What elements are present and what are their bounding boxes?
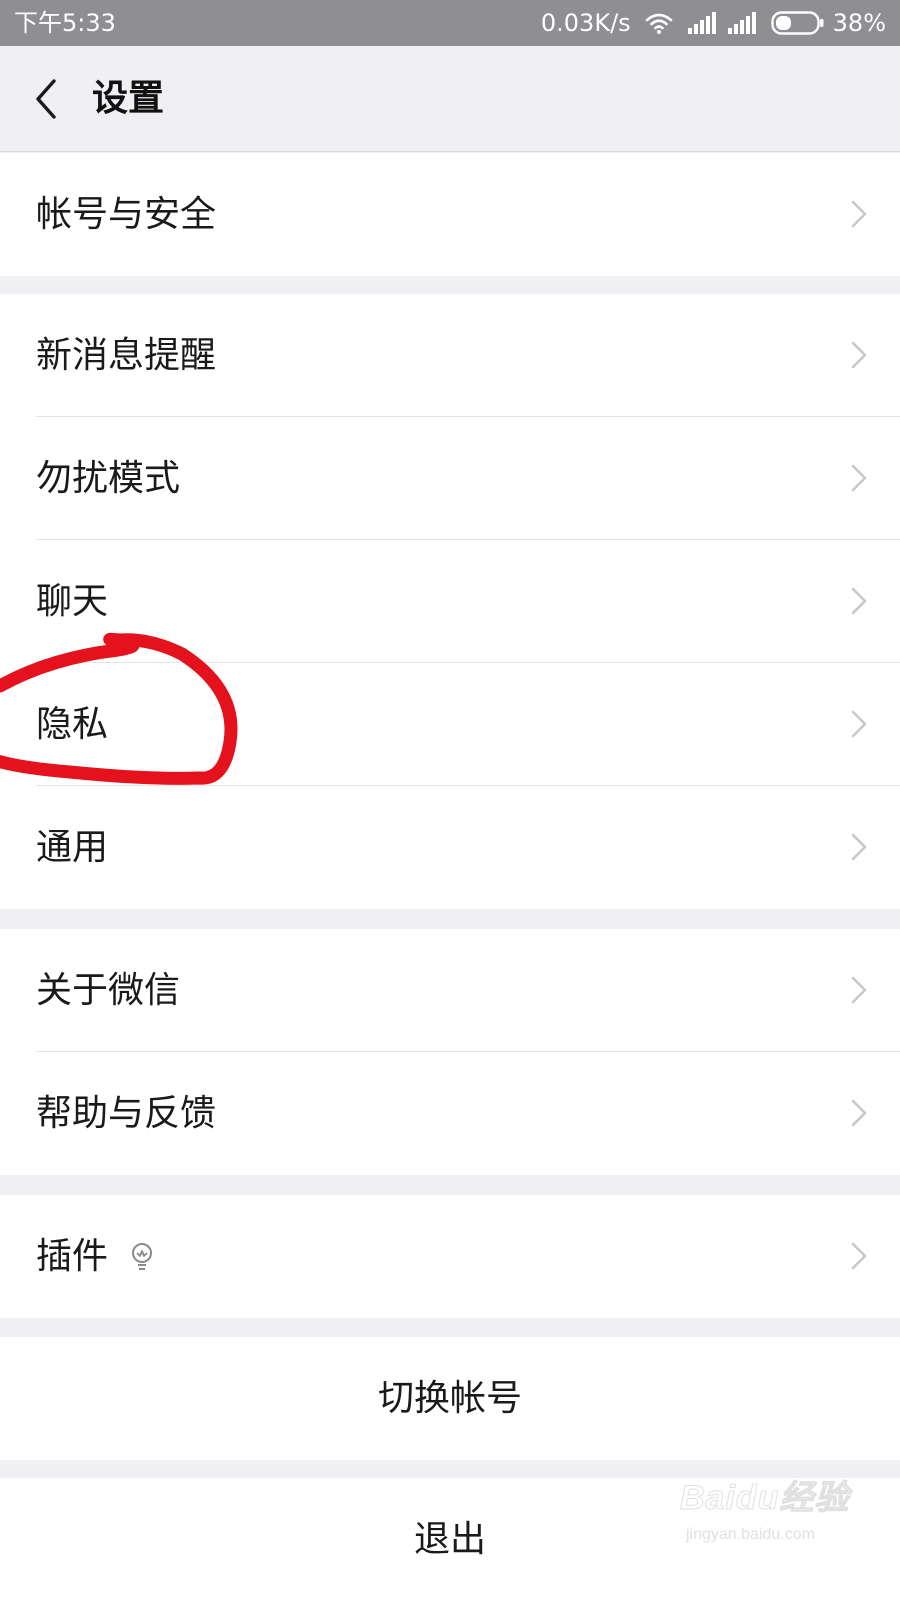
- chevron-right-icon: [851, 833, 867, 861]
- chevron-right-icon: [851, 976, 867, 1004]
- settings-item-label: 通用: [36, 827, 109, 868]
- settings-item-label: 新消息提醒: [36, 335, 217, 376]
- chevron-left-icon: [36, 79, 56, 119]
- chevron-right-icon: [851, 200, 867, 228]
- status-indicators: 0.03K/s 38%: [541, 9, 886, 37]
- settings-item-general[interactable]: 通用: [0, 786, 900, 909]
- chevron-right-icon: [851, 341, 867, 369]
- settings-item-plugins[interactable]: 插件: [0, 1195, 900, 1318]
- settings-item-label: 勿扰模式: [36, 458, 181, 499]
- status-bar: 下午5:33 0.03K/s 38%: [0, 0, 900, 46]
- switch-account-label: 切换帐号: [377, 1378, 522, 1419]
- chevron-right-icon: [851, 587, 867, 615]
- settings-item-do-not-disturb[interactable]: 勿扰模式: [0, 417, 900, 540]
- chevron-right-icon: [851, 1242, 867, 1270]
- back-button[interactable]: [20, 71, 72, 127]
- chevron-right-icon: [851, 710, 867, 738]
- signal-icon: [727, 12, 756, 34]
- settings-item-privacy[interactable]: 隐私: [0, 663, 900, 786]
- signal-icon: [687, 12, 716, 34]
- settings-item-label: 插件: [36, 1236, 109, 1277]
- settings-item-label: 帮助与反馈: [36, 1093, 217, 1134]
- settings-item-account-security[interactable]: 帐号与安全: [0, 153, 900, 276]
- logout-button[interactable]: 退出: [0, 1478, 900, 1601]
- wifi-icon: [645, 13, 672, 34]
- settings-item-help-feedback[interactable]: 帮助与反馈: [0, 1052, 900, 1175]
- settings-item-new-message-alerts[interactable]: 新消息提醒: [0, 294, 900, 417]
- network-speed: 0.03K/s: [540, 9, 631, 37]
- settings-item-about-wechat[interactable]: 关于微信: [0, 929, 900, 1052]
- settings-item-label: 帐号与安全: [36, 194, 217, 235]
- settings-item-label: 聊天: [36, 581, 109, 622]
- nav-bar: 设置: [0, 46, 900, 152]
- status-time: 下午5:33: [14, 9, 116, 37]
- chevron-right-icon: [851, 1099, 867, 1127]
- chevron-right-icon: [851, 464, 867, 492]
- settings-item-label: 关于微信: [36, 970, 181, 1011]
- page-title: 设置: [92, 78, 165, 119]
- logout-label: 退出: [413, 1519, 486, 1560]
- switch-account-button[interactable]: 切换帐号: [0, 1337, 900, 1460]
- settings-item-label: 隐私: [36, 704, 109, 745]
- settings-item-chat[interactable]: 聊天: [0, 540, 900, 663]
- battery-icon: [770, 11, 824, 35]
- lightbulb-icon: [132, 1243, 152, 1270]
- battery-percentage: 38%: [832, 9, 886, 37]
